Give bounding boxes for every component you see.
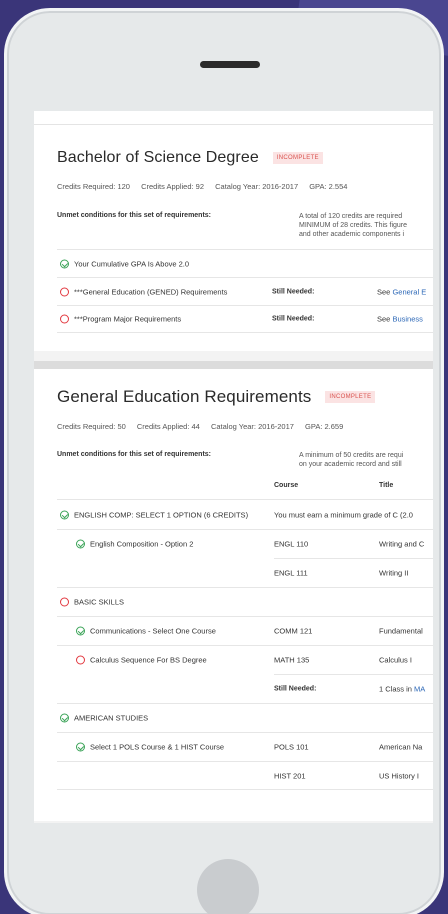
degree-title-row: Bachelor of Science Degree INCOMPLETE — [57, 149, 323, 167]
desc-line: MINIMUM of 28 credits. This figure — [299, 222, 408, 229]
requirement-name: Select 1 POLS Course & 1 HIST Course — [90, 742, 225, 752]
catalog-year: Catalog Year: 2016-2017 — [215, 182, 299, 191]
course-column-header: Course — [274, 482, 299, 489]
requirement-name: English Composition - Option 2 — [90, 539, 194, 549]
course-code[interactable]: HIST 201 — [274, 771, 306, 780]
requirement-row[interactable]: English Composition - Option 2 ENGL 110 … — [57, 529, 433, 558]
gpa: GPA: 2.554 — [309, 182, 348, 191]
title-column-header: Title — [379, 482, 394, 489]
requirement-note: You must earn a minimum grade of C (2.0 — [274, 510, 413, 519]
see-text: See General E — [377, 287, 426, 296]
status-badge: INCOMPLETE — [272, 152, 323, 164]
still-needed-label: Still Needed: — [272, 315, 315, 323]
requirements-description: A minimum of 50 credits are requi on you… — [299, 451, 403, 469]
class-in-label: 1 Class in — [379, 684, 412, 694]
degree-title: Bachelor of Science Degree — [57, 149, 259, 166]
card-top-bar — [34, 361, 433, 369]
course-code[interactable]: COMM 121 — [274, 627, 312, 636]
incomplete-circle-icon — [76, 655, 85, 665]
course-code[interactable]: ENGL 110 — [274, 540, 308, 549]
unmet-label: Unmet conditions for this set of require… — [57, 451, 212, 458]
check-circle-icon — [76, 539, 85, 549]
gened-title: General Education Requirements — [57, 387, 312, 406]
see-label: See — [377, 314, 391, 324]
requirement-row[interactable]: BASIC SKILLS — [57, 587, 433, 616]
requirement-row[interactable]: Calculus Sequence For BS Degree MATH 135… — [57, 645, 433, 674]
check-circle-icon — [60, 259, 69, 268]
requirement-row[interactable]: ENGLISH COMP: SELECT 1 OPTION (6 CREDITS… — [57, 499, 433, 529]
requirement-name: Calculus Sequence For BS Degree — [90, 655, 207, 665]
phone-speaker — [200, 61, 260, 68]
desc-line: and other academic components i — [299, 231, 405, 238]
course-row[interactable]: HIST 201 US History I — [57, 761, 433, 790]
course-title: American Na — [379, 742, 423, 752]
check-circle-icon — [60, 713, 69, 723]
credits-applied: Credits Applied: 92 — [141, 182, 205, 191]
see-label: See — [377, 287, 391, 296]
home-button[interactable] — [197, 859, 259, 914]
incomplete-circle-icon — [60, 287, 69, 296]
requirement-name: ENGLISH COMP: SELECT 1 OPTION (6 CREDITS… — [74, 510, 249, 519]
still-needed-label: Still Needed: — [274, 685, 317, 693]
course-title: Fundamental — [379, 626, 423, 636]
credits-required: Credits Required: 50 — [57, 422, 126, 431]
still-needed-text: 1 Class in MA — [379, 685, 425, 694]
course-title: Writing and C — [379, 539, 425, 549]
business-link[interactable]: Business — [392, 315, 422, 324]
requirement-name: BASIC SKILLS — [74, 597, 125, 607]
catalog-year: Catalog Year: 2016-2017 — [210, 422, 294, 431]
credits-applied: Credits Applied: 44 — [136, 422, 200, 431]
requirement-row[interactable]: Your Cumulative GPA Is Above 2.0 — [57, 249, 433, 277]
requirement-row[interactable]: AMERICAN STUDIES — [57, 703, 433, 732]
requirement-name: ***Program Major Requirements — [74, 314, 182, 324]
requirement-name: Communications - Select One Course — [90, 626, 216, 636]
course-code[interactable]: ENGL 111 — [274, 569, 308, 578]
math-course-link[interactable]: MA — [414, 685, 425, 694]
requirement-row[interactable]: Select 1 POLS Course & 1 HIST Course POL… — [57, 732, 433, 761]
desc-line: A minimum of 50 credits are requi — [299, 452, 404, 459]
requirement-row[interactable]: Communications - Select One Course COMM … — [57, 616, 433, 645]
course-row[interactable]: ENGL 111 Writing II — [274, 558, 433, 587]
still-needed-label: Still Needed: — [272, 288, 315, 295]
course-code[interactable]: POLS 101 — [274, 743, 309, 752]
phone-screen: Bachelor of Science Degree INCOMPLETE Cr… — [34, 111, 433, 823]
status-badge: INCOMPLETE — [325, 391, 376, 403]
requirement-row[interactable]: ***Program Major Requirements Still Need… — [57, 305, 433, 333]
degree-meta: Credits Required: 120 Credits Applied: 9… — [57, 182, 356, 191]
degree-card: Bachelor of Science Degree INCOMPLETE Cr… — [34, 111, 433, 351]
requirement-name: ***General Education (GENED) Requirement… — [74, 287, 228, 296]
gened-meta: Credits Required: 50 Credits Applied: 44… — [57, 422, 352, 431]
requirement-row[interactable]: ***General Education (GENED) Requirement… — [57, 277, 433, 305]
see-text: See Business — [377, 315, 423, 324]
gened-title-row: General Education Requirements INCOMPLET… — [57, 387, 376, 407]
card-top-bar — [34, 111, 433, 125]
check-circle-icon — [60, 510, 69, 519]
incomplete-circle-icon — [60, 314, 69, 324]
still-needed-row: Still Needed: 1 Class in MA — [274, 674, 433, 703]
desc-line: on your academic record and still — [299, 461, 402, 468]
requirement-name: Your Cumulative GPA Is Above 2.0 — [74, 259, 190, 268]
credits-required: Credits Required: 120 — [57, 182, 130, 191]
incomplete-circle-icon — [60, 597, 69, 607]
requirement-name: AMERICAN STUDIES — [74, 713, 149, 723]
course-code[interactable]: MATH 135 — [274, 656, 309, 665]
course-title: Writing II — [379, 568, 409, 578]
course-title: Calculus I — [379, 655, 412, 665]
phone-frame: Bachelor of Science Degree INCOMPLETE Cr… — [4, 8, 444, 914]
check-circle-icon — [76, 626, 85, 636]
course-title: US History I — [379, 771, 420, 780]
gpa: GPA: 2.659 — [305, 422, 344, 431]
check-circle-icon — [76, 742, 85, 752]
desc-line: A total of 120 credits are required — [299, 213, 403, 220]
gened-card: General Education Requirements INCOMPLET… — [34, 361, 433, 821]
unmet-label: Unmet conditions for this set of require… — [57, 212, 212, 219]
requirements-description: A total of 120 credits are required MINI… — [299, 212, 407, 239]
general-education-link[interactable]: General E — [392, 287, 426, 296]
